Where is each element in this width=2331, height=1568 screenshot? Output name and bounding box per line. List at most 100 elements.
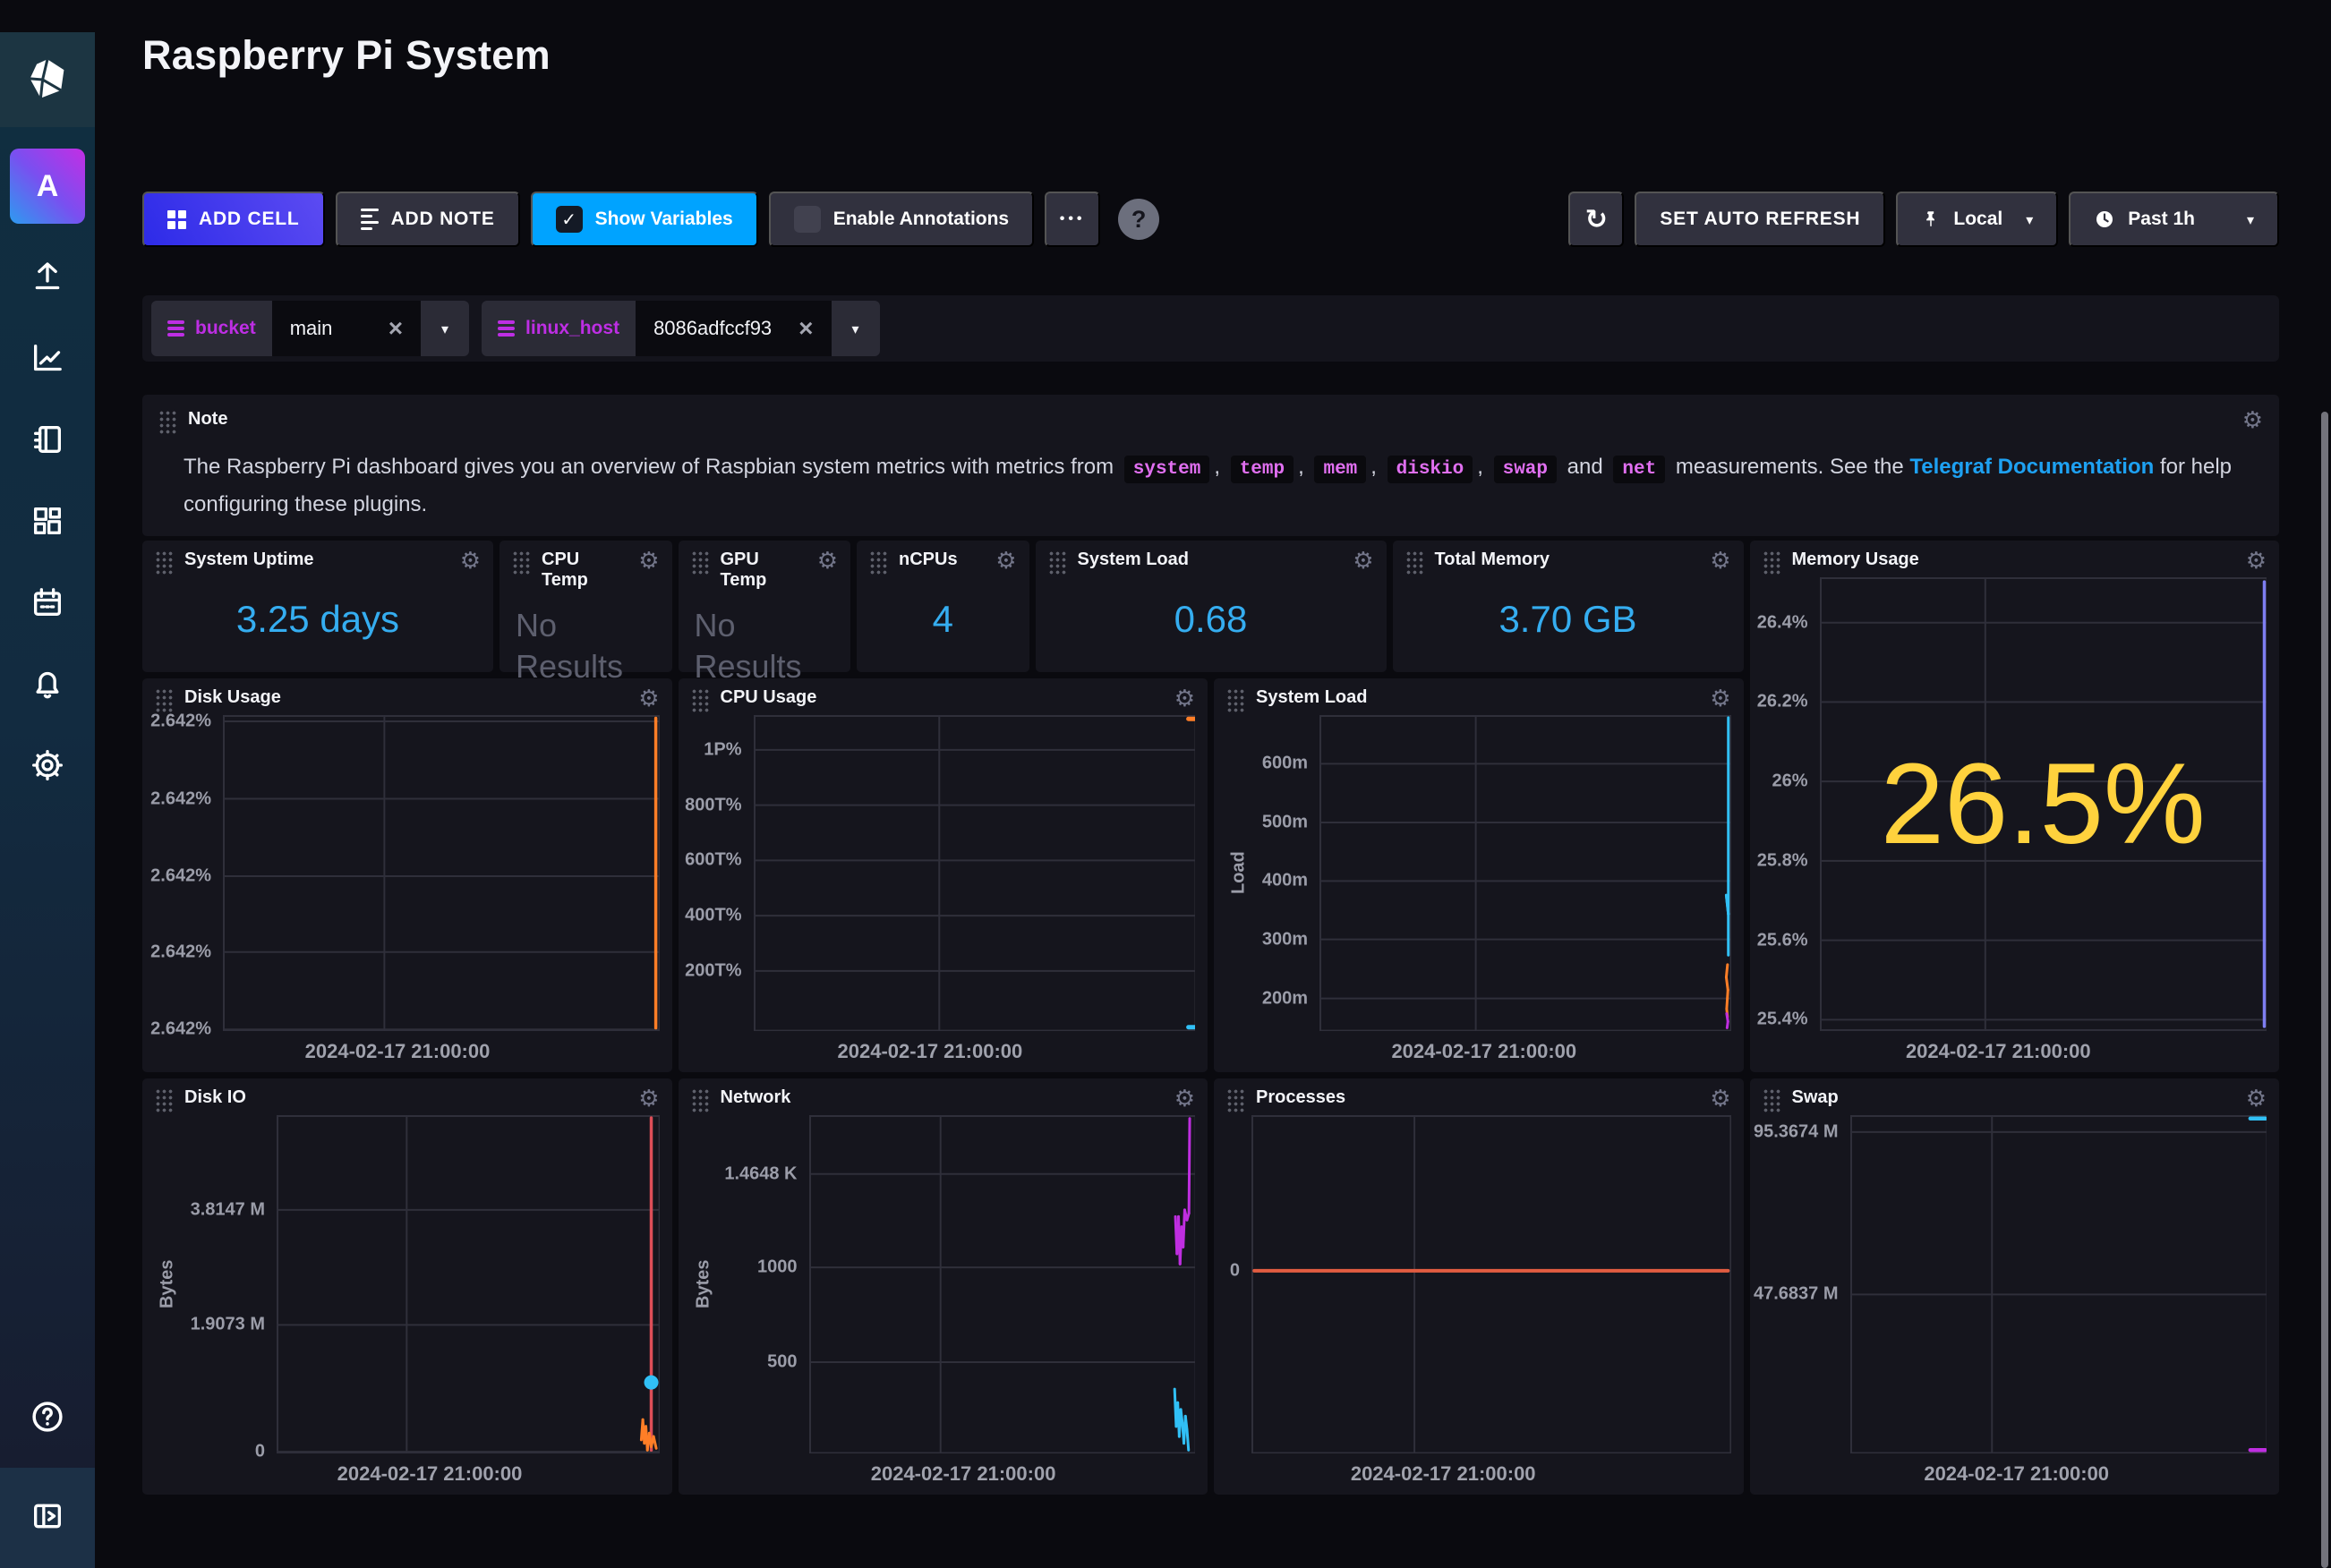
- refresh-button[interactable]: ↻: [1568, 192, 1624, 247]
- drag-handle-icon[interactable]: [155, 1088, 174, 1113]
- timezone-label: Local: [1953, 209, 2002, 230]
- sidebar-item-alerts[interactable]: [0, 645, 95, 727]
- clear-icon[interactable]: ×: [388, 316, 403, 341]
- sidebar-item-tasks[interactable]: [0, 564, 95, 645]
- variable-dropdown-caret[interactable]: ▾: [832, 301, 880, 356]
- variable-label: bucket: [195, 318, 256, 339]
- variables-panel: bucket main × ▾ linux_host 8086adfccf93 …: [142, 295, 2279, 362]
- sidebar-item-settings[interactable]: [0, 727, 95, 808]
- drag-handle-icon[interactable]: [1763, 550, 1781, 575]
- gear-icon[interactable]: ⚙: [1174, 1087, 1195, 1111]
- question-mark-icon: ?: [1131, 206, 1147, 234]
- gear-icon[interactable]: ⚙: [638, 550, 659, 573]
- gear-icon[interactable]: ⚙: [2242, 409, 2263, 432]
- drag-handle-icon[interactable]: [155, 688, 174, 713]
- measurement-chip: system: [1124, 456, 1210, 483]
- x-axis-label: 2024-02-17 21:00:00: [1763, 1031, 2267, 1063]
- drag-handle-icon[interactable]: [1226, 1088, 1245, 1113]
- time-range-dropdown[interactable]: Past 1h ▾: [2069, 192, 2279, 247]
- sidebar-item-data-explorer[interactable]: [0, 320, 95, 401]
- influxdb-logo[interactable]: [0, 32, 95, 127]
- cell-title: CPU Usage: [721, 687, 1164, 708]
- plot-area[interactable]: [277, 1115, 660, 1453]
- page-scrollbar[interactable]: [2321, 412, 2328, 1568]
- y-tick: 600m: [1262, 754, 1308, 774]
- y-tick: 1P%: [704, 739, 741, 760]
- add-note-button[interactable]: ADD NOTE: [336, 192, 520, 247]
- plot-area[interactable]: [1850, 1115, 2267, 1453]
- upload-icon: [30, 259, 65, 299]
- sidebar-item-upload[interactable]: [0, 238, 95, 320]
- x-axis-label: 2024-02-17 21:00:00: [1226, 1031, 1731, 1063]
- set-auto-refresh-button[interactable]: SET AUTO REFRESH: [1635, 192, 1885, 247]
- drag-handle-icon[interactable]: [1048, 550, 1067, 575]
- plot-area[interactable]: [754, 715, 1196, 1031]
- gear-icon[interactable]: ⚙: [2246, 1087, 2267, 1111]
- more-options-button[interactable]: •••: [1045, 192, 1100, 247]
- gear-icon[interactable]: ⚙: [2246, 550, 2267, 573]
- y-tick: 25.4%: [1757, 1010, 1808, 1030]
- gear-icon[interactable]: ⚙: [817, 550, 838, 573]
- add-cell-button[interactable]: ADD CELL: [142, 192, 325, 247]
- y-tick: 2.642%: [150, 942, 211, 962]
- sidebar-item-notebooks[interactable]: [0, 401, 95, 482]
- checkbox-checked-icon[interactable]: ✓: [556, 206, 583, 233]
- plot-area[interactable]: [1319, 715, 1731, 1031]
- plot-area[interactable]: 26.5%: [1820, 577, 2267, 1031]
- gear-icon[interactable]: ⚙: [1174, 687, 1195, 711]
- help-button[interactable]: ?: [1118, 199, 1159, 240]
- gear-icon[interactable]: ⚙: [460, 550, 481, 573]
- plot-area[interactable]: [223, 715, 660, 1031]
- drag-handle-icon[interactable]: [1226, 688, 1245, 713]
- drag-handle-icon[interactable]: [1405, 550, 1424, 575]
- drag-handle-icon[interactable]: [691, 688, 710, 713]
- variable-dropdown-caret[interactable]: ▾: [421, 301, 469, 356]
- gear-icon[interactable]: ⚙: [995, 550, 1016, 573]
- chevron-down-icon: ▾: [2247, 211, 2254, 228]
- timezone-dropdown[interactable]: Local ▾: [1896, 192, 2058, 247]
- avatar[interactable]: A: [10, 149, 85, 224]
- gear-icon[interactable]: ⚙: [1710, 1087, 1730, 1111]
- plot-area[interactable]: [809, 1115, 1196, 1453]
- ellipsis-icon: •••: [1060, 211, 1086, 227]
- plot-area[interactable]: [1251, 1115, 1731, 1453]
- cell-disk-io: Disk IO ⚙ Bytes 3.8147 M1.9073 M0 2024-0…: [142, 1078, 672, 1495]
- gear-icon[interactable]: ⚙: [638, 687, 659, 711]
- drag-handle-icon[interactable]: [512, 550, 531, 575]
- drag-handle-icon[interactable]: [158, 410, 177, 435]
- gear-icon[interactable]: ⚙: [638, 1087, 659, 1111]
- sidebar-item-expand[interactable]: [0, 1468, 95, 1568]
- drag-handle-icon[interactable]: [691, 550, 710, 575]
- calendar-icon: [30, 584, 65, 625]
- gear-icon[interactable]: ⚙: [1710, 550, 1730, 573]
- drag-handle-icon[interactable]: [155, 550, 174, 575]
- note-text: measurements. See the: [1669, 455, 1909, 479]
- x-axis-label: 2024-02-17 21:00:00: [1226, 1453, 1731, 1486]
- sidebar-item-help[interactable]: [29, 1369, 66, 1468]
- variable-icon: [498, 318, 515, 340]
- expand-panel-icon: [30, 1498, 65, 1538]
- gear-icon[interactable]: ⚙: [1353, 550, 1373, 573]
- telegraf-doc-link[interactable]: Telegraf Documentation: [1909, 455, 2154, 479]
- clear-icon[interactable]: ×: [798, 316, 813, 341]
- sidebar-item-dashboards[interactable]: [0, 482, 95, 564]
- drag-handle-icon[interactable]: [691, 1088, 710, 1113]
- cell-title: Disk IO: [184, 1087, 628, 1108]
- measurement-chip: diskio: [1388, 456, 1473, 483]
- checkbox-unchecked-icon[interactable]: [794, 206, 821, 233]
- cell-title: nCPUs: [899, 550, 985, 570]
- show-variables-toggle[interactable]: ✓ Show Variables: [531, 192, 758, 247]
- variable-value-input[interactable]: main ×: [272, 301, 421, 356]
- variable-value-input[interactable]: 8086adfccf93 ×: [636, 301, 831, 356]
- drag-handle-icon[interactable]: [869, 550, 888, 575]
- refresh-icon: ↻: [1585, 204, 1608, 235]
- drag-handle-icon[interactable]: [1763, 1088, 1781, 1113]
- note-text: and: [1561, 455, 1609, 479]
- x-axis-label: 2024-02-17 21:00:00: [155, 1031, 660, 1063]
- y-tick: 400m: [1262, 871, 1308, 891]
- cell-system-uptime: System Uptime ⚙ 3.25 days: [142, 541, 493, 672]
- notebook-icon: [30, 422, 65, 462]
- enable-annotations-toggle[interactable]: Enable Annotations: [769, 192, 1034, 247]
- variable-value: 8086adfccf93: [653, 317, 772, 340]
- gear-icon[interactable]: ⚙: [1710, 687, 1730, 711]
